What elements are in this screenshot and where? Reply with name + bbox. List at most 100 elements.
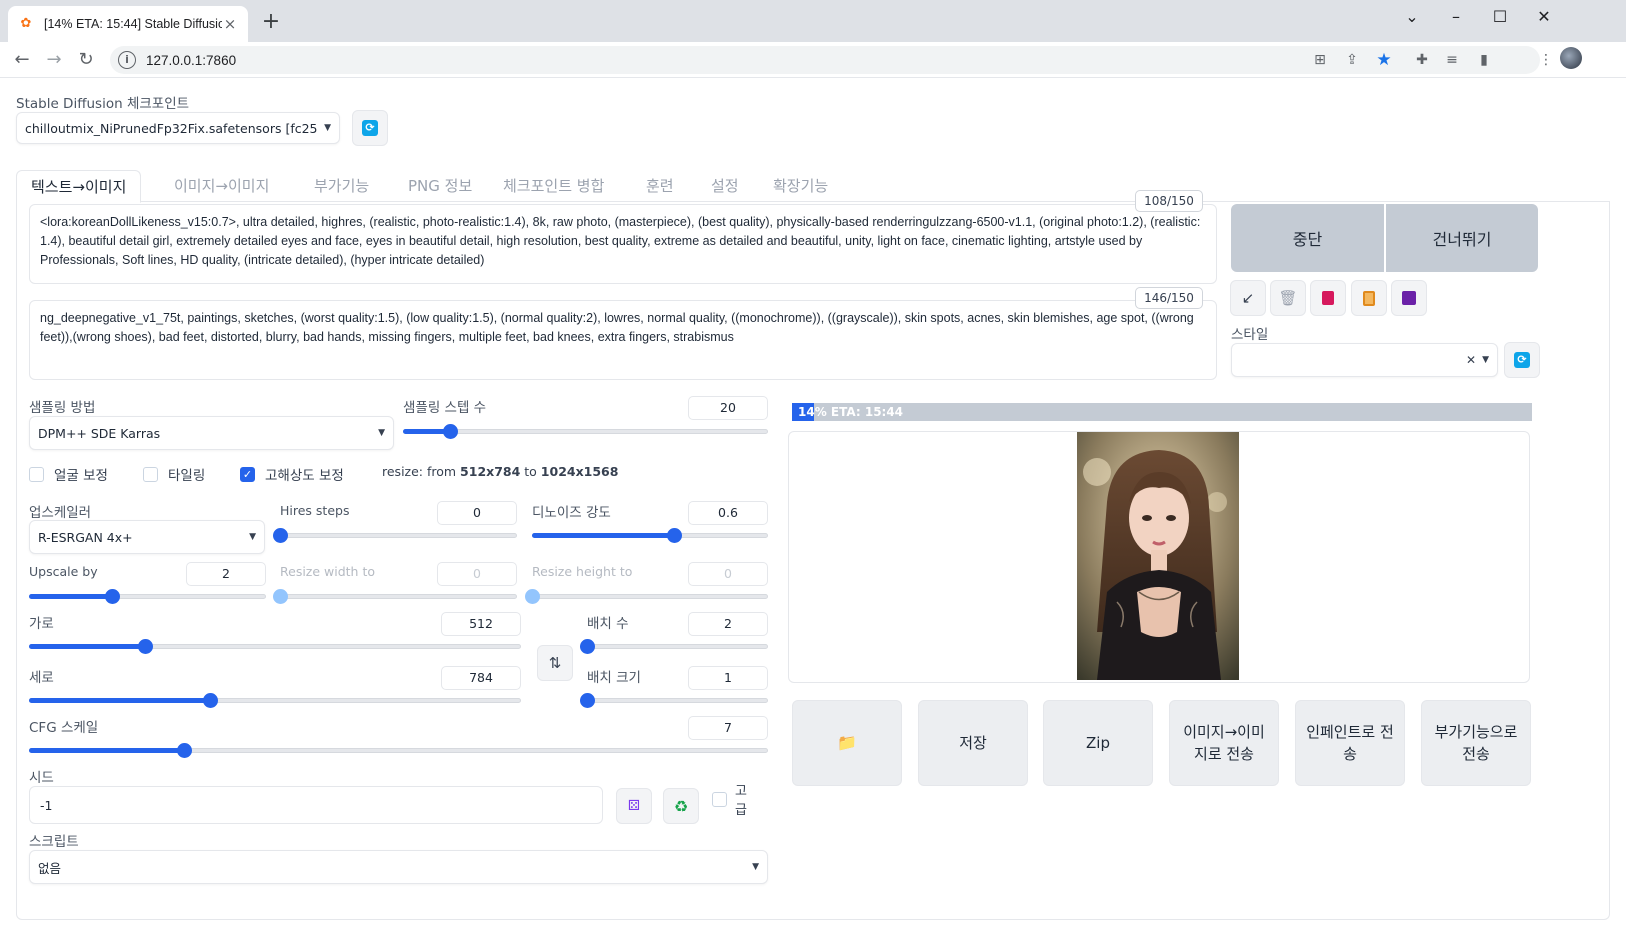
sampler-method-select[interactable]: DPM++ SDE Karras ▼ — [29, 416, 394, 450]
forward-icon[interactable]: → — [42, 48, 66, 72]
save-button[interactable]: 저장 — [918, 700, 1028, 786]
browser-tab[interactable]: ✿ [14% ETA: 15:44] Stable Diffusio × — [8, 6, 248, 42]
upscale-by-input[interactable]: 2 — [186, 562, 266, 586]
hires-steps-slider[interactable] — [273, 528, 517, 543]
swap-dimensions-button[interactable]: ⇅ — [537, 645, 573, 681]
zip-button[interactable]: Zip — [1043, 700, 1153, 786]
hires-fix-checkbox[interactable]: ✓ 고해상도 보정 — [240, 464, 344, 484]
interrupt-button[interactable]: 중단 — [1231, 204, 1384, 272]
tiling-checkbox[interactable]: 타일링 — [143, 464, 205, 484]
send-to-inpaint-button[interactable]: 인페인트로 전송 — [1295, 700, 1405, 786]
tab-extras[interactable]: 부가기능 — [300, 170, 383, 203]
resize-width-slider[interactable] — [273, 589, 517, 604]
clear-prompt-button[interactable]: 🗑 — [1270, 280, 1306, 316]
apply-style-button[interactable] — [1351, 280, 1387, 316]
open-folder-button[interactable]: 📁 — [792, 700, 902, 786]
reading-list-icon[interactable]: ≡ — [1442, 50, 1462, 70]
hires-steps-label: Hires steps — [280, 503, 350, 518]
send-to-img2img-button[interactable]: 이미지→이미지로 전송 — [1169, 700, 1279, 786]
hires-fix-box[interactable]: ✓ — [240, 466, 255, 482]
side-panel-icon[interactable]: ▮ — [1474, 50, 1494, 70]
extra-seed-label-1: 고 — [735, 784, 747, 799]
extensions-icon[interactable]: ✚ — [1412, 50, 1432, 70]
sampling-steps-slider[interactable] — [403, 424, 768, 439]
minimize-icon[interactable]: – — [1433, 4, 1479, 30]
skip-button[interactable]: 건너뛰기 — [1386, 204, 1538, 272]
tab-img2img[interactable]: 이미지→이미지 — [160, 170, 283, 203]
cfg-input[interactable]: 7 — [688, 716, 768, 740]
denoise-input[interactable]: 0.6 — [688, 501, 768, 525]
save-style-button[interactable] — [1391, 280, 1427, 316]
sampling-steps-label: 샘플링 스텝 수 — [403, 400, 487, 416]
back-icon[interactable]: ← — [10, 48, 34, 72]
face-restore-checkbox[interactable]: 얼굴 보정 — [29, 464, 108, 484]
chevron-down-icon: ▼ — [378, 428, 385, 438]
reload-icon[interactable]: ↻ — [74, 48, 98, 72]
resize-width-input[interactable]: 0 — [437, 562, 517, 586]
upscaler-select[interactable]: R-ESRGAN 4x+ ▼ — [29, 520, 265, 554]
window-close-icon[interactable]: ✕ — [1521, 4, 1567, 30]
maximize-icon[interactable]: ☐ — [1477, 4, 1523, 30]
extra-networks-button[interactable] — [1310, 280, 1346, 316]
tab-train[interactable]: 훈련 — [632, 170, 688, 203]
upscale-by-slider[interactable] — [29, 589, 266, 604]
batch-count-slider[interactable] — [580, 639, 768, 654]
extra-seed-box[interactable] — [712, 792, 727, 807]
sampler-method-value: DPM++ SDE Karras — [38, 425, 161, 441]
tab-txt2img[interactable]: 텍스트→이미지 — [16, 170, 142, 203]
share-icon[interactable]: ⇪ — [1342, 50, 1362, 70]
batch-count-input[interactable]: 2 — [688, 612, 768, 636]
tab-settings[interactable]: 설정 — [697, 170, 753, 203]
clear-x-icon[interactable]: ✕ — [1466, 353, 1476, 367]
denoise-slider[interactable] — [532, 528, 768, 543]
extra-seed-checkbox[interactable] — [712, 792, 737, 807]
style-select[interactable]: ✕ ▼ — [1231, 343, 1498, 377]
tab-png-info[interactable]: PNG 정보 — [394, 170, 486, 203]
face-restore-box[interactable] — [29, 466, 44, 482]
negative-prompt-textarea[interactable]: ng_deepnegative_v1_75t, paintings, sketc… — [29, 300, 1217, 380]
send-to-extras-button[interactable]: 부가기능으로 전송 — [1421, 700, 1531, 786]
cfg-slider[interactable] — [29, 743, 768, 758]
sampling-steps-input[interactable]: 20 — [688, 396, 768, 420]
prompt-token-counter: 108/150 — [1135, 190, 1203, 212]
width-slider[interactable] — [29, 639, 521, 654]
resize-to: 1024x1568 — [540, 464, 619, 479]
tiling-box[interactable] — [143, 466, 158, 482]
generated-image[interactable] — [1077, 432, 1239, 680]
script-select[interactable]: 없음 ▼ — [29, 850, 768, 884]
refresh-checkpoint-button[interactable]: ⟳ — [352, 110, 388, 146]
prompt-textarea[interactable]: <lora:koreanDollLikeness_v15:0.7>, ultra… — [29, 204, 1217, 284]
refresh-styles-button[interactable]: ⟳ — [1504, 342, 1540, 378]
clipboard-icon — [1363, 290, 1375, 306]
bookmark-star-icon[interactable]: ★ — [1374, 50, 1394, 70]
translate-icon[interactable]: ⊞ — [1310, 50, 1330, 70]
width-input[interactable]: 512 — [441, 612, 521, 636]
read-params-button[interactable]: ↙ — [1230, 280, 1266, 316]
browser-toolbar: ← → ↻ i 127.0.0.1:7860 ⊞ ⇪ ★ ✚ ≡ ▮ ⋮ — [0, 42, 1626, 78]
site-info-icon[interactable]: i — [118, 51, 136, 69]
seed-input[interactable]: -1 — [29, 786, 603, 824]
hires-steps-input[interactable]: 0 — [437, 501, 517, 525]
height-slider[interactable] — [29, 693, 521, 708]
profile-avatar[interactable] — [1560, 47, 1582, 69]
tab-close-icon[interactable]: × — [222, 15, 238, 33]
resize-info: resize: from 512x784 to 1024x1568 — [382, 464, 618, 479]
resize-height-input[interactable]: 0 — [688, 562, 768, 586]
denoise-label: 디노이즈 강도 — [532, 505, 611, 521]
tab-checkpoint-merger[interactable]: 체크포인트 병합 — [489, 170, 618, 203]
chevron-down-icon: ▼ — [324, 123, 331, 133]
checkpoint-select[interactable]: chilloutmix_NiPrunedFp32Fix.safetensors … — [16, 112, 340, 144]
new-tab-icon[interactable]: + — [258, 10, 284, 36]
tab-extensions[interactable]: 확장기능 — [759, 170, 842, 203]
height-label: 세로 — [29, 670, 54, 686]
browser-menu-icon[interactable]: ⋮ — [1536, 50, 1556, 70]
resize-mid: to — [520, 464, 541, 479]
batch-size-slider[interactable] — [580, 693, 768, 708]
tab-search-icon[interactable]: ⌄ — [1389, 4, 1435, 30]
batch-size-input[interactable]: 1 — [688, 666, 768, 690]
height-input[interactable]: 784 — [441, 666, 521, 690]
random-seed-button[interactable]: ⚄ — [616, 788, 652, 824]
sampler-method-label: 샘플링 방법 — [29, 400, 96, 416]
reuse-seed-button[interactable]: ♻ — [663, 788, 699, 824]
resize-height-slider[interactable] — [525, 589, 768, 604]
